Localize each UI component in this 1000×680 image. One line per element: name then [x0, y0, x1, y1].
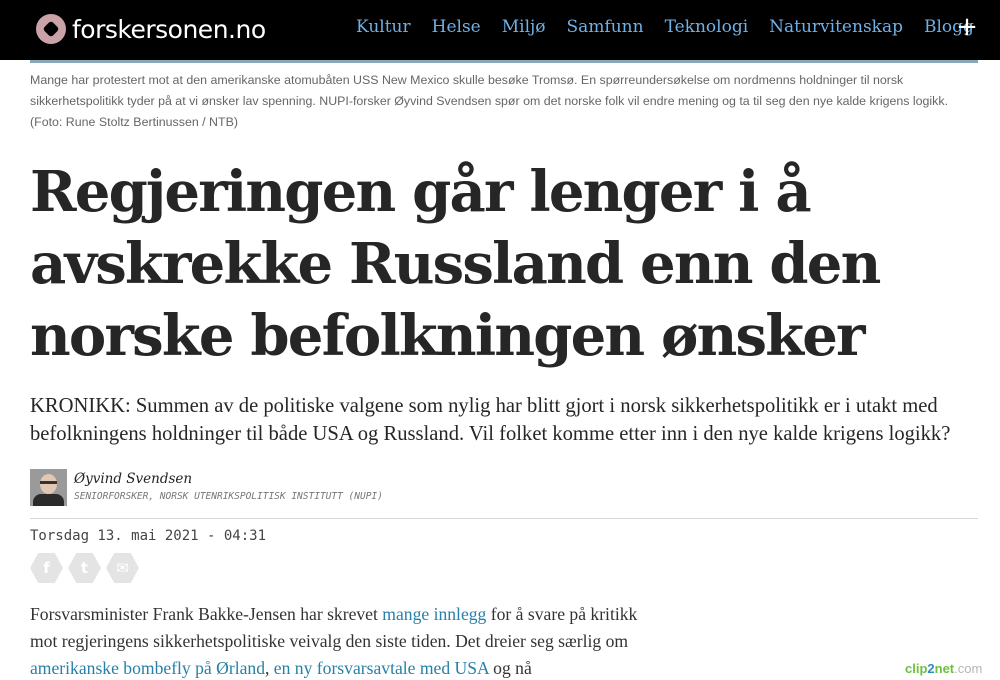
- logo-icon: [36, 14, 66, 44]
- site-logo[interactable]: forskersonen.no: [36, 14, 266, 44]
- article-body: Forsvarsminister Frank Bakke-Jensen har …: [30, 604, 638, 678]
- email-icon[interactable]: ✉: [106, 553, 139, 583]
- photo-credit: (Foto: Rune Stoltz Bertinussen / NTB): [30, 115, 238, 129]
- nav-item-helse[interactable]: Helse: [432, 17, 481, 37]
- nav-item-miljo[interactable]: Miljø: [502, 17, 546, 37]
- plus-icon[interactable]: +: [956, 12, 978, 42]
- logo-text: forskersonen.no: [72, 14, 266, 44]
- share-buttons: f t ✉: [30, 553, 144, 583]
- article-headline: Regjeringen går lenger i å avskrekke Rus…: [30, 159, 881, 369]
- article-photo: [30, 60, 978, 63]
- clip2net-watermark: clip2net.com: [905, 661, 983, 676]
- link-mange-innlegg[interactable]: mange innlegg: [382, 604, 486, 624]
- photo-caption: Mange har protestert mot at den amerikan…: [30, 70, 980, 133]
- facebook-icon[interactable]: f: [30, 553, 63, 583]
- caption-text: Mange har protestert mot at den amerikan…: [30, 73, 949, 108]
- article-lead: KRONIKK: Summen av de politiske valgene …: [30, 395, 951, 445]
- nav-item-naturvitenskap[interactable]: Naturvitenskap: [769, 17, 903, 37]
- nav-item-samfunn[interactable]: Samfunn: [567, 17, 644, 37]
- link-forsvarsavtale-usa[interactable]: en ny forsvarsavtale med USA: [274, 658, 489, 678]
- author-byline: Øyvind Svendsen SENIORFORSKER, NORSK UTE…: [30, 469, 383, 506]
- author-role: SENIORFORSKER, NORSK UTENRIKSPOLITISK IN…: [74, 491, 383, 502]
- link-bombefly-orland[interactable]: amerikanske bombefly på Ørland: [30, 658, 265, 678]
- author-info: Øyvind Svendsen SENIORFORSKER, NORSK UTE…: [74, 469, 383, 506]
- main-nav: Kultur Helse Miljø Samfunn Teknologi Nat…: [356, 17, 995, 37]
- avatar[interactable]: [30, 469, 67, 506]
- top-navigation-bar: forskersonen.no Kultur Helse Miljø Samfu…: [0, 0, 1000, 60]
- nav-item-kultur[interactable]: Kultur: [356, 17, 411, 37]
- author-name[interactable]: Øyvind Svendsen: [74, 469, 383, 489]
- publish-date: Torsdag 13. mai 2021 - 04:31: [30, 528, 267, 544]
- twitter-icon[interactable]: t: [68, 553, 101, 583]
- divider: [30, 518, 978, 519]
- nav-item-teknologi[interactable]: Teknologi: [665, 17, 749, 37]
